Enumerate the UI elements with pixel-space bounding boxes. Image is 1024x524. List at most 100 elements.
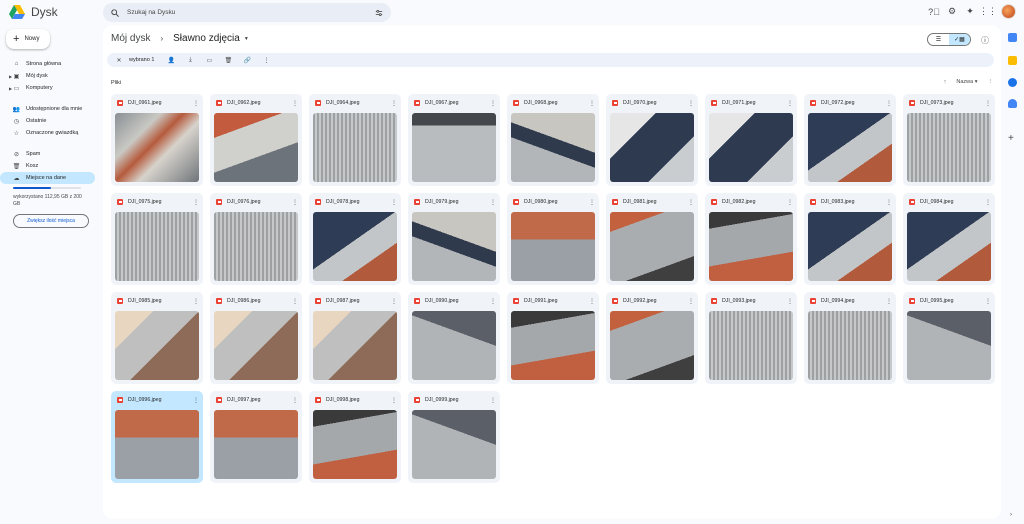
add-addon-icon[interactable]: + [1008,133,1014,144]
more-actions-icon[interactable]: ⋮ [985,298,991,305]
file-thumbnail[interactable] [214,311,298,380]
more-actions-icon[interactable]: ⋮ [985,100,991,107]
file-card[interactable]: DJI_0978.jpeg ⋮ [309,193,401,285]
file-card[interactable]: DJI_0973.jpeg ⋮ [903,94,995,186]
help-icon[interactable]: ?⃝ [928,7,940,17]
more-actions-icon[interactable]: ⋮ [589,298,595,305]
file-thumbnail[interactable] [808,113,892,182]
settings-icon[interactable]: ⚙ [947,6,957,17]
file-thumbnail[interactable] [907,113,991,182]
file-thumbnail[interactable] [907,311,991,380]
info-icon[interactable]: ⓘ [981,35,989,46]
file-card[interactable]: DJI_0971.jpeg ⋮ [705,94,797,186]
file-thumbnail[interactable] [610,311,694,380]
file-thumbnail[interactable] [313,212,397,281]
file-thumbnail[interactable] [709,212,793,281]
file-thumbnail[interactable] [412,311,496,380]
move-icon[interactable]: ▭ [205,57,213,64]
file-card[interactable]: DJI_0986.jpeg ⋮ [210,292,302,384]
more-actions-icon[interactable]: ⋮ [688,298,694,305]
sidebar-item-shared[interactable]: 👥 Udostępnione dla mnie [0,103,100,115]
expand-icon[interactable]: ▶ [9,86,12,91]
file-card[interactable]: DJI_0981.jpeg ⋮ [606,193,698,285]
file-thumbnail[interactable] [115,212,199,281]
file-card[interactable]: DJI_0991.jpeg ⋮ [507,292,599,384]
more-actions-icon[interactable]: ⋮ [490,100,496,107]
more-actions-icon[interactable]: ⋮ [688,100,694,107]
file-thumbnail[interactable] [907,212,991,281]
grid-view-icon[interactable]: ✓▦ [949,34,970,45]
file-thumbnail[interactable] [610,113,694,182]
more-actions-icon[interactable]: ⋮ [292,397,298,404]
avatar[interactable] [1001,4,1016,19]
more-actions-icon[interactable]: ⋮ [787,199,793,206]
expand-icon[interactable]: ▶ [9,74,12,79]
drive-logo[interactable]: Dysk [9,5,58,19]
sidebar-item-computers[interactable]: ▶ ▭ Komputery [0,82,100,94]
calendar-icon[interactable] [1008,33,1017,42]
search-bar[interactable]: Szukaj na Dysku [103,3,391,22]
sidebar-item-recent[interactable]: ◷ Ostatnie [0,115,100,127]
more-actions-icon[interactable]: ⋮ [292,298,298,305]
more-actions-icon[interactable]: ⋮ [787,100,793,107]
more-actions-icon[interactable]: ⋮ [490,298,496,305]
more-actions-icon[interactable]: ⋮ [985,199,991,206]
more-actions-icon[interactable]: ⋮ [886,199,892,206]
file-thumbnail[interactable] [214,410,298,479]
file-thumbnail[interactable] [808,311,892,380]
file-card[interactable]: DJI_0983.jpeg ⋮ [804,193,896,285]
apps-grid-icon[interactable]: ⋮⋮ [979,6,997,17]
more-actions-icon[interactable]: ⋮ [193,199,199,206]
file-card[interactable]: DJI_0998.jpeg ⋮ [309,391,401,483]
file-card[interactable]: DJI_0970.jpeg ⋮ [606,94,698,186]
file-card[interactable]: DJI_0975.jpeg ⋮ [111,193,203,285]
more-actions-icon[interactable]: ⋮ [262,57,270,64]
sort-direction-icon[interactable]: ↑ [944,79,947,85]
file-card[interactable]: DJI_0997.jpeg ⋮ [210,391,302,483]
file-card[interactable]: DJI_0979.jpeg ⋮ [408,193,500,285]
file-thumbnail[interactable] [709,113,793,182]
list-view-icon[interactable]: ☰ [928,34,949,45]
more-actions-icon[interactable]: ⋮ [688,199,694,206]
file-thumbnail[interactable] [313,113,397,182]
more-actions-icon[interactable]: ⋮ [391,298,397,305]
more-actions-icon[interactable]: ⋮ [391,397,397,404]
more-actions-icon[interactable]: ⋮ [589,100,595,107]
file-card[interactable]: DJI_0968.jpeg ⋮ [507,94,599,186]
more-actions-icon[interactable]: ⋮ [193,100,199,107]
file-card[interactable]: DJI_0994.jpeg ⋮ [804,292,896,384]
more-actions-icon[interactable]: ⋮ [490,397,496,404]
tasks-icon[interactable] [1008,78,1017,87]
clear-selection-icon[interactable]: ✕ [115,57,123,64]
contacts-icon[interactable] [1008,99,1017,108]
file-card[interactable]: DJI_0987.jpeg ⋮ [309,292,401,384]
search-icon[interactable] [111,8,119,17]
file-card[interactable]: DJI_0990.jpeg ⋮ [408,292,500,384]
file-thumbnail[interactable] [214,212,298,281]
file-card[interactable]: DJI_0980.jpeg ⋮ [507,193,599,285]
keep-icon[interactable] [1008,56,1017,65]
more-actions-icon[interactable]: ⋮ [886,100,892,107]
file-thumbnail[interactable] [709,311,793,380]
search-input[interactable]: Szukaj na Dysku [127,9,367,16]
more-actions-icon[interactable]: ⋮ [292,199,298,206]
file-card[interactable]: DJI_0999.jpeg ⋮ [408,391,500,483]
file-card[interactable]: DJI_0962.jpeg ⋮ [210,94,302,186]
sidebar-item-home[interactable]: ⌂ Strona główna [0,58,100,70]
file-card[interactable]: DJI_0961.jpeg ⋮ [111,94,203,186]
more-actions-icon[interactable]: ⋮ [787,298,793,305]
file-thumbnail[interactable] [313,311,397,380]
sidebar-item-spam[interactable]: ⊘ Spam [0,148,100,160]
file-card[interactable]: DJI_0995.jpeg ⋮ [903,292,995,384]
file-card[interactable]: DJI_0972.jpeg ⋮ [804,94,896,186]
share-icon[interactable]: 👤 [167,57,175,64]
file-card[interactable]: DJI_0984.jpeg ⋮ [903,193,995,285]
file-card[interactable]: DJI_0976.jpeg ⋮ [210,193,302,285]
search-options-icon[interactable] [375,9,383,17]
sidebar-item-trash[interactable]: 🗑 Kosz [0,160,100,172]
chevron-right-icon[interactable]: › [1010,512,1012,518]
folder-menu-dropdown-icon[interactable]: ▼ [244,36,249,42]
file-thumbnail[interactable] [412,113,496,182]
file-thumbnail[interactable] [214,113,298,182]
more-actions-icon[interactable]: ⋮ [292,100,298,107]
